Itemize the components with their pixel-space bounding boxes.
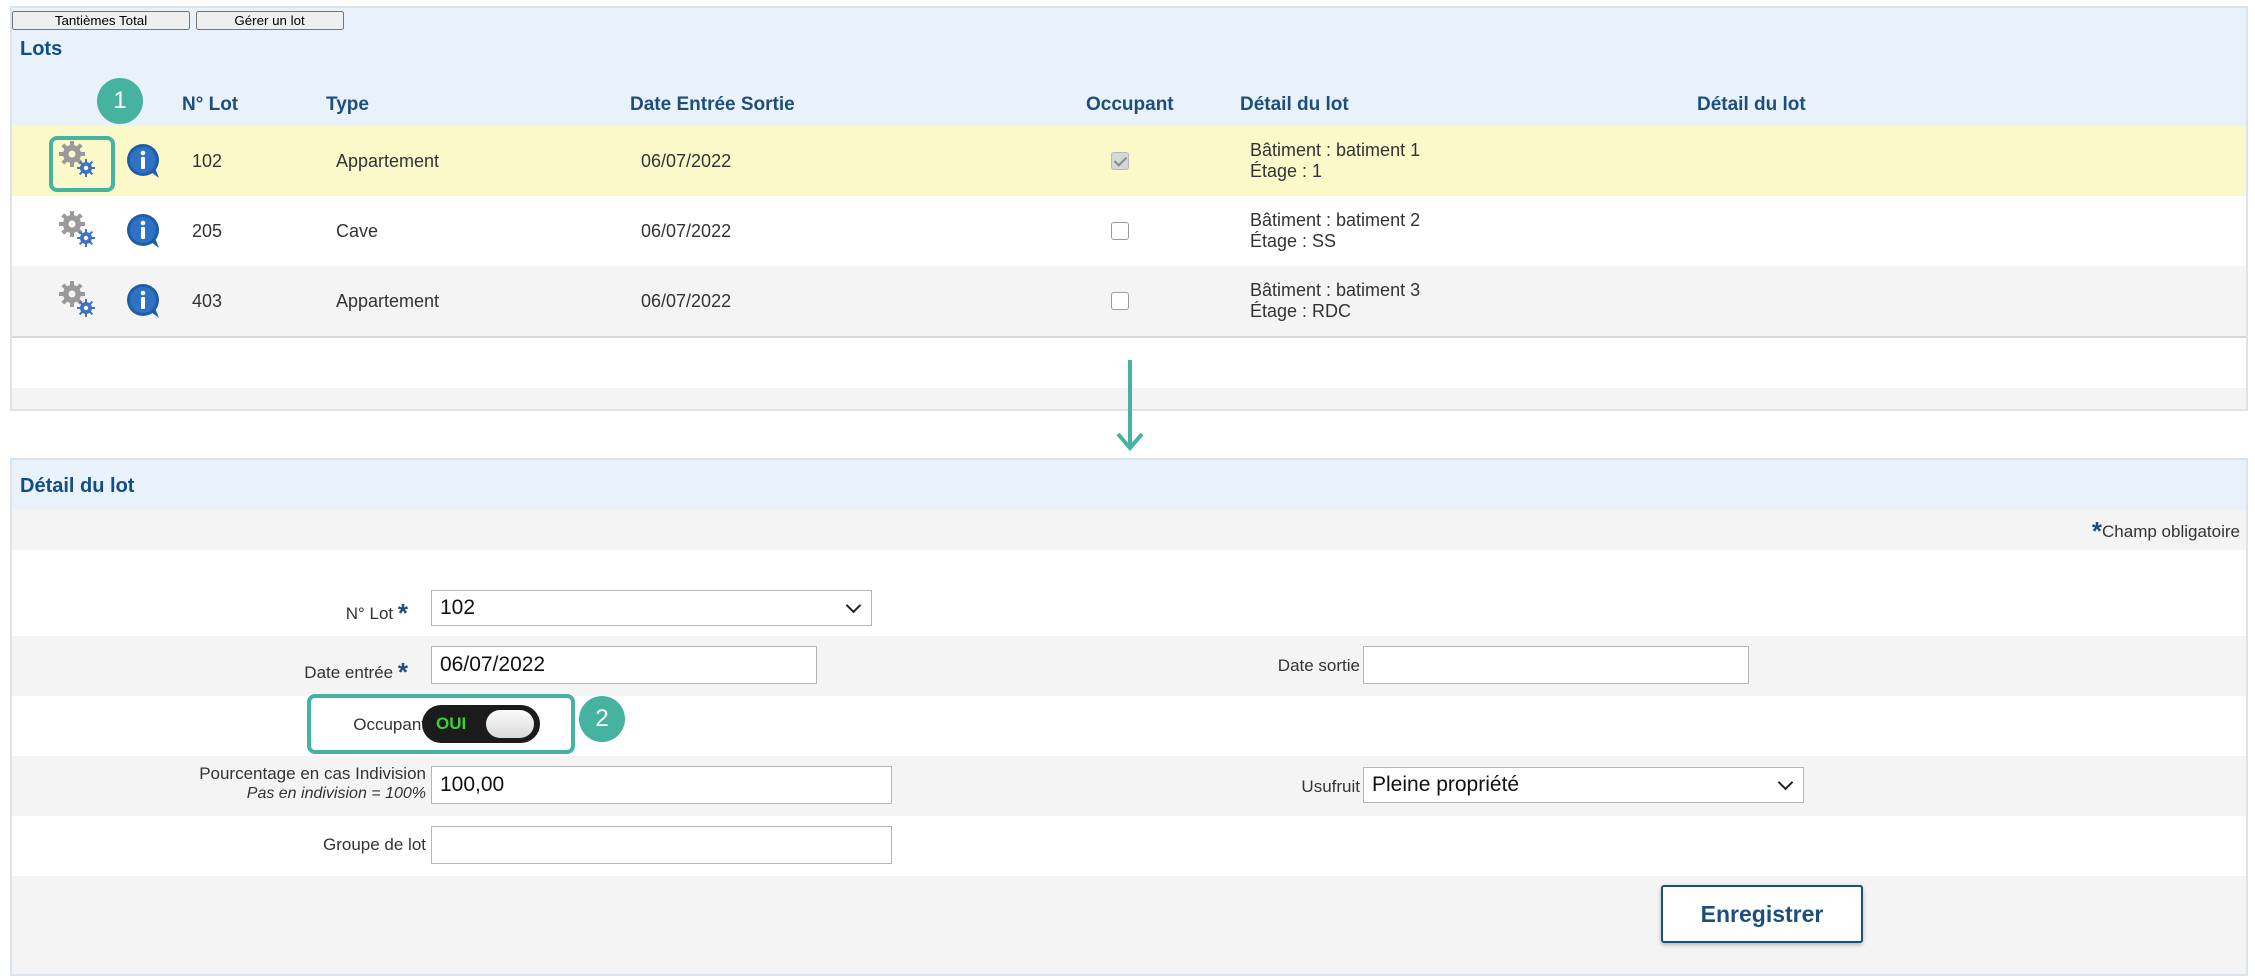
pourcentage-hint: Pas en indivision = 100% <box>246 785 426 802</box>
gerer-lot-button[interactable]: Gérer un lot <box>195 11 344 30</box>
groupe-input[interactable] <box>431 826 892 864</box>
lot-etage: Étage : 1 <box>1250 161 1323 181</box>
lot-batiment: Bâtiment : batiment 1 <box>1250 140 1421 160</box>
column-header-date: Date Entrée Sortie <box>630 94 795 115</box>
gear-icon[interactable] <box>58 210 98 250</box>
usufruit-value: Pleine propriété <box>1372 773 1520 796</box>
occupant-cell <box>1111 266 1129 336</box>
detail-title: Détail du lot <box>20 475 135 497</box>
lot-etage: Étage : RDC <box>1250 301 1352 321</box>
occupant-cell <box>1111 126 1129 196</box>
occupant-checkbox[interactable] <box>1111 292 1129 310</box>
column-header-detail-2: Détail du lot <box>1697 94 1806 115</box>
groupe-label: Groupe de lot <box>322 835 426 854</box>
lot-batiment: Bâtiment : batiment 2 <box>1250 210 1421 230</box>
lot-type: Appartement <box>336 150 440 171</box>
date-sortie-input[interactable] <box>1363 646 1749 684</box>
usufruit-select[interactable]: Pleine propriété <box>1363 767 1804 803</box>
required-band: *Champ obligatoire <box>12 510 2246 550</box>
lot-date: 06/07/2022 <box>641 290 732 311</box>
lot-number: 205 <box>192 220 223 241</box>
info-icon[interactable] <box>125 282 163 320</box>
arrow-down-icon <box>1116 360 1144 452</box>
actions-band <box>12 876 2246 974</box>
highlight-box-occupant <box>307 694 575 754</box>
column-header-detail: Détail du lot <box>1240 94 1349 115</box>
lot-number: 403 <box>192 290 223 311</box>
required-note: *Champ obligatoire <box>2091 516 2240 546</box>
column-header-type: Type <box>326 94 369 115</box>
lot-etage: Étage : SS <box>1250 231 1337 251</box>
tantiemes-total-button[interactable]: Tantièmes Total <box>12 11 190 30</box>
lot-type: Cave <box>336 220 379 241</box>
gear-icon[interactable] <box>58 280 98 320</box>
lot-batiment: Bâtiment : batiment 3 <box>1250 280 1421 300</box>
pourcentage-label: Pourcentage en cas Indivision Pas en ind… <box>112 764 426 804</box>
lot-detail: Bâtiment : batiment 3 Étage : RDC <box>1250 266 1420 336</box>
lot-date: 06/07/2022 <box>641 220 732 241</box>
lots-panel: Lots Tantièmes Total Gérer un lot 1 N° L… <box>10 6 2248 411</box>
table-row[interactable]: 205 Cave 06/07/2022 Bâtiment : batiment … <box>12 196 2246 266</box>
lot-detail: Bâtiment : batiment 2 Étage : SS <box>1250 196 1420 266</box>
detail-header: Détail du lot <box>12 460 2246 510</box>
table-row[interactable]: 403 Appartement 06/07/2022 Bâtiment : ba… <box>12 266 2246 336</box>
usufruit-label: Usufruit <box>1301 777 1360 796</box>
highlight-box-settings <box>49 136 115 192</box>
occupant-cell <box>1111 196 1129 266</box>
occupant-checkbox[interactable] <box>1111 222 1129 240</box>
step-marker-2: 2 <box>579 696 625 742</box>
pourcentage-input[interactable]: 100,00 <box>431 766 892 804</box>
lot-number: 102 <box>192 150 223 171</box>
num-lot-select[interactable]: 102 <box>431 590 872 626</box>
column-header-num-lot: N° Lot <box>182 94 239 115</box>
chevron-down-icon <box>845 597 862 613</box>
lot-detail: Bâtiment : batiment 1 Étage : 1 <box>1250 126 1420 196</box>
lots-header: Lots Tantièmes Total Gérer un lot 1 N° L… <box>12 8 2246 126</box>
table-row[interactable]: 102 Appartement 06/07/2022 Bâtiment : ba… <box>12 126 2246 196</box>
save-button[interactable]: Enregistrer <box>1661 885 1863 943</box>
date-sortie-label: Date sortie <box>1277 656 1360 675</box>
date-entree-label: Date entrée * <box>304 657 408 687</box>
required-star: * <box>2091 516 2103 546</box>
table-divider <box>12 336 2246 338</box>
occupant-checkbox[interactable] <box>1111 152 1129 170</box>
lot-type: Appartement <box>336 290 440 311</box>
lot-date: 06/07/2022 <box>641 150 732 171</box>
lots-title: Lots <box>20 38 63 60</box>
column-header-occupant: Occupant <box>1086 94 1174 115</box>
chevron-down-icon <box>1777 774 1794 790</box>
date-entree-input[interactable]: 06/07/2022 <box>431 646 817 684</box>
info-icon[interactable] <box>125 212 163 250</box>
num-lot-value: 102 <box>440 596 476 619</box>
step-marker-1: 1 <box>97 78 143 124</box>
detail-panel: Détail du lot *Champ obligatoire N° Lot … <box>10 458 2248 976</box>
info-icon[interactable] <box>125 142 163 180</box>
num-lot-label: N° Lot * <box>345 598 408 628</box>
